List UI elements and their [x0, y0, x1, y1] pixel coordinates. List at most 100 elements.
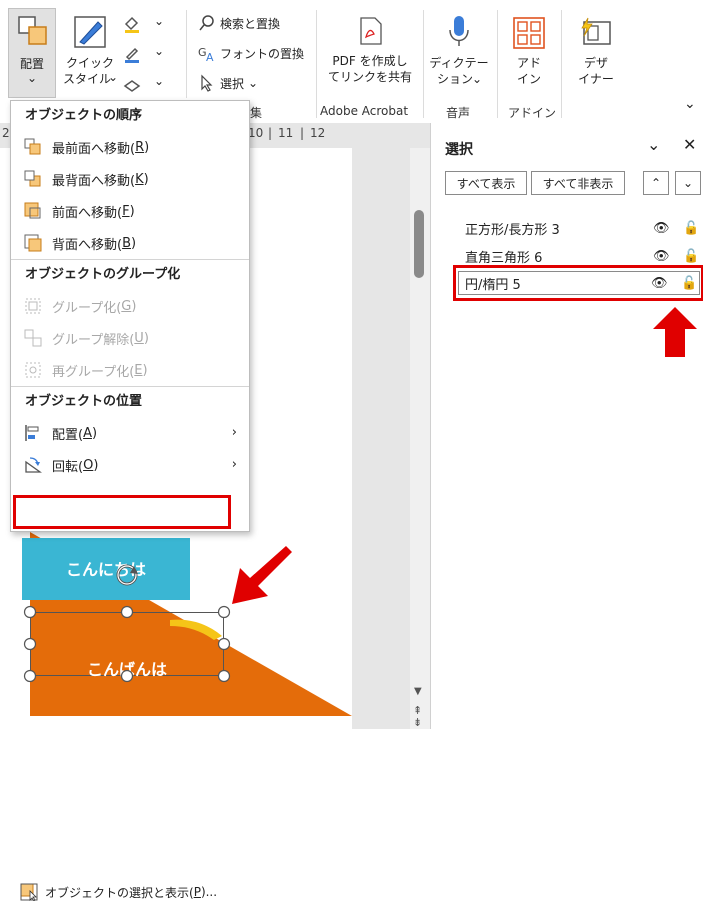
- designer-label-2: イナー: [578, 72, 614, 86]
- blue-rectangle-text: こんにちは: [65, 560, 146, 579]
- send-backward-button[interactable]: ⌄: [675, 171, 701, 195]
- menu-item-label: 再グループ化(: [52, 364, 135, 380]
- send-backward-item[interactable]: 背面へ移動(B): [11, 227, 249, 259]
- quick-style-icon: [74, 16, 106, 48]
- resize-handle[interactable]: [217, 605, 231, 619]
- bring-to-front-item[interactable]: 最前面へ移動(R): [11, 131, 249, 163]
- selection-pane-item-highlight: [13, 495, 231, 529]
- quick-style-button[interactable]: クイック スタイル ⌄: [62, 8, 118, 98]
- shape-effects-button[interactable]: ⌄: [122, 74, 164, 94]
- select-label: 選択: [220, 76, 245, 91]
- font-replace-label: フォントの置換: [220, 46, 305, 61]
- eye-icon[interactable]: 👁: [653, 221, 683, 236]
- create-pdf-button[interactable]: PDF を作成し てリンクを共有: [322, 10, 418, 96]
- position-section-header: オブジェクトの位置: [25, 394, 143, 409]
- shape-fill-button[interactable]: ⌄: [122, 14, 164, 34]
- addin-grid-icon: [513, 17, 545, 49]
- regroup-item[interactable]: 再グループ化(E): [11, 354, 249, 386]
- menu-item-key: F: [122, 203, 130, 219]
- close-icon[interactable]: ✕: [683, 135, 696, 154]
- scrollbar-thumb[interactable]: [414, 210, 424, 278]
- create-pdf-label-2: てリンクを共有: [327, 70, 412, 84]
- quick-style-dropdown-icon: ⌄: [108, 70, 119, 84]
- bring-forward-button[interactable]: ⌃: [643, 171, 669, 195]
- unlock-icon[interactable]: 🔓: [683, 221, 703, 236]
- pane-options-chevron-icon[interactable]: ⌄: [647, 135, 660, 154]
- resize-handle[interactable]: [23, 669, 37, 683]
- selection-pane-item[interactable]: オブジェクトの選択と表示(P)...: [15, 877, 229, 907]
- selection-item-selected[interactable]: 円/楕円 5 👁 🔓: [458, 271, 700, 295]
- arrange-label: 配置: [19, 57, 44, 71]
- designer-label-1: デザ: [583, 56, 608, 70]
- menu-item-label: 最前面へ移動(: [52, 141, 136, 157]
- menu-item-label: グループ解除(: [52, 332, 135, 348]
- arrange-button[interactable]: 配置 ⌄: [8, 8, 56, 98]
- resize-handle[interactable]: [217, 669, 231, 683]
- group-item[interactable]: グループ化(G): [11, 290, 249, 322]
- align-item[interactable]: 配置(A) ›: [11, 417, 249, 449]
- bring-forward-item[interactable]: 前面へ移動(F): [11, 195, 249, 227]
- menu-item-label: 配置(: [52, 427, 84, 443]
- resize-handle[interactable]: [120, 605, 134, 619]
- regroup-icon: [23, 360, 43, 380]
- resize-handle[interactable]: [23, 637, 37, 651]
- selection-item[interactable]: 正方形/長方形 3 👁 🔓: [453, 217, 703, 239]
- addin-button[interactable]: アド イン: [502, 10, 556, 96]
- search-icon: [199, 15, 214, 31]
- menu-item-suffix: ): [143, 330, 149, 346]
- unlock-icon[interactable]: 🔓: [683, 249, 703, 264]
- resize-handle[interactable]: [217, 637, 231, 651]
- rotate-handle-icon[interactable]: [114, 562, 140, 588]
- ribbon-collapse-icon[interactable]: ⌄: [684, 96, 696, 112]
- addin-label-2: イン: [516, 72, 541, 86]
- find-replace-button[interactable]: 検索と置換: [198, 14, 280, 32]
- create-pdf-label-1: PDF を作成し: [332, 54, 408, 68]
- rotate-item[interactable]: 回転(O) ›: [11, 449, 249, 481]
- menu-item-key: G: [121, 298, 132, 314]
- menu-item-label: 回転(: [52, 459, 84, 475]
- select-button[interactable]: 選択 ⌄: [198, 74, 258, 92]
- selection-pane-icon: [19, 882, 39, 902]
- ungroup-item[interactable]: グループ解除(U): [11, 322, 249, 354]
- designer-button[interactable]: デザ イナー: [566, 10, 626, 96]
- show-all-button[interactable]: すべて表示: [445, 171, 527, 195]
- menu-item-key: A: [83, 425, 92, 441]
- arrange-dropdown-menu: オブジェクトの順序 最前面へ移動(R) 最背面へ移動(K) 前面へ移動(F) 背…: [10, 100, 250, 901]
- effects-icon: [123, 80, 141, 92]
- font-replace-button[interactable]: GA フォントの置換: [198, 44, 304, 62]
- shape-outline-button[interactable]: ⌄: [122, 44, 164, 64]
- resize-handle[interactable]: [120, 669, 134, 683]
- eye-icon[interactable]: 👁: [651, 276, 681, 291]
- ruler-tick: 10: [248, 126, 264, 140]
- ribbon-separator: [561, 10, 562, 118]
- selection-pane: 選択 ⌄ ✕ すべて表示 すべて非表示 ⌃ ⌄ 正方形/長方形 3 👁 🔓 直角…: [430, 123, 703, 729]
- scroll-down-icon[interactable]: ▼: [414, 686, 422, 697]
- menu-item-key: R: [135, 139, 145, 155]
- arrange-dropdown-icon: ⌄: [26, 71, 38, 85]
- next-slide-icon[interactable]: ⇟: [413, 716, 422, 729]
- menu-item-suffix: )...: [200, 885, 218, 899]
- chevron-right-icon: ›: [231, 425, 237, 440]
- rotate-icon: [23, 455, 43, 475]
- unlock-icon[interactable]: 🔓: [681, 276, 699, 291]
- menu-item-key: U: [134, 330, 144, 346]
- svg-text:A: A: [206, 51, 214, 62]
- find-replace-label: 検索と置換: [220, 16, 281, 31]
- send-to-back-item[interactable]: 最背面へ移動(K): [11, 163, 249, 195]
- hide-all-button[interactable]: すべて非表示: [531, 171, 625, 195]
- resize-handle[interactable]: [23, 605, 37, 619]
- ribbon-separator: [186, 10, 187, 98]
- menu-item-label: 前面へ移動(: [52, 205, 123, 221]
- chevron-down-icon: ⌄: [154, 44, 165, 58]
- menu-item-suffix: ): [93, 457, 99, 473]
- order-section-header: オブジェクトの順序: [25, 108, 143, 123]
- eye-icon[interactable]: 👁: [653, 249, 683, 264]
- selection-item[interactable]: 直角三角形 6 👁 🔓: [453, 245, 703, 267]
- dictation-button[interactable]: ディクテー ション ⌄: [428, 10, 490, 96]
- align-icon: [23, 423, 43, 443]
- menu-item-suffix: ): [142, 362, 148, 378]
- selection-handles: [23, 605, 231, 683]
- arrange-icon: [18, 16, 47, 45]
- menu-item-key: P: [193, 885, 201, 899]
- menu-item-label: 背面へ移動(: [52, 237, 123, 253]
